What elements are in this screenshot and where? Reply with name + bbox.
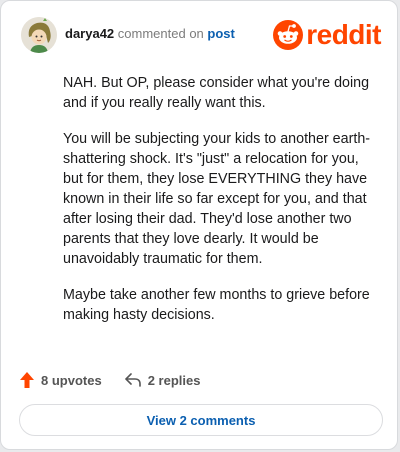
avatar[interactable] [21, 17, 57, 53]
comment-body: NAH. But OP, please consider what you're… [63, 73, 379, 341]
reddit-logo[interactable]: reddit [273, 19, 381, 51]
replies-button[interactable]: 2 replies [124, 372, 201, 388]
avatar-image [21, 17, 57, 53]
reply-arrow-icon [124, 373, 141, 387]
comment-actions: 8 upvotes 2 replies [19, 369, 222, 391]
comment-paragraph: NAH. But OP, please consider what you're… [63, 75, 370, 111]
view-comments-button[interactable]: View 2 comments [19, 404, 383, 436]
upvote-arrow-icon [20, 372, 34, 388]
upvote-count: 8 upvotes [41, 372, 102, 388]
comment-paragraph: You will be subjecting your kids to anot… [63, 131, 371, 267]
comment-header: darya42 commented on post reddit [21, 15, 381, 55]
reddit-wordmark: reddit [306, 19, 381, 50]
upvote-button[interactable]: 8 upvotes [19, 371, 102, 389]
post-link[interactable]: post [207, 26, 234, 41]
comment-paragraph: Maybe take another few months to grieve … [63, 287, 370, 323]
reddit-snoo-icon [273, 20, 304, 50]
replies-count: 2 replies [147, 372, 201, 388]
comment-meta: darya42 commented on post [65, 26, 235, 41]
username-link[interactable]: darya42 [65, 26, 114, 41]
comment-card: darya42 commented on post reddit NAH. Bu… [0, 0, 398, 450]
action-text: commented on [117, 26, 204, 41]
